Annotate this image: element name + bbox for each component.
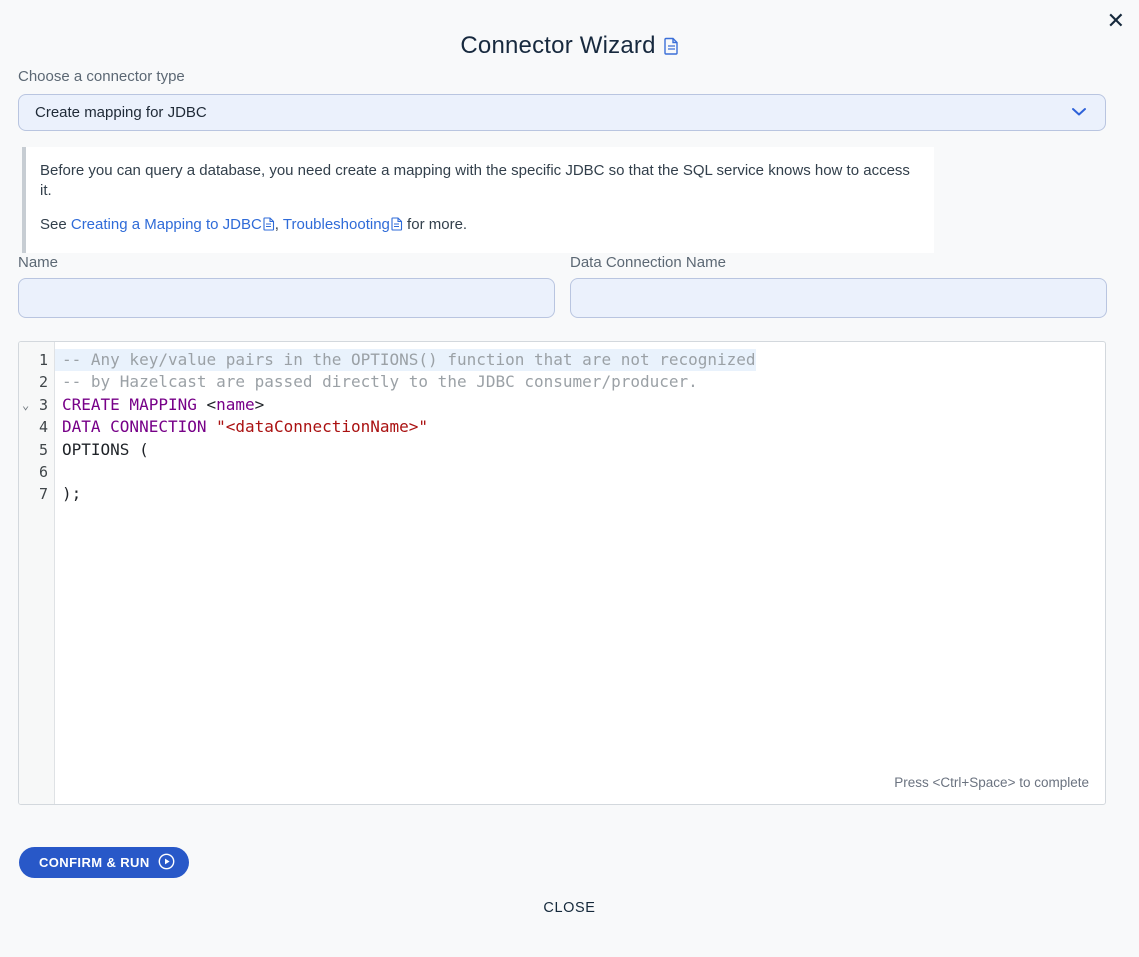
editor-autocomplete-hint: Press <Ctrl+Space> to complete (894, 775, 1089, 790)
sql-editor[interactable]: 1-- Any key/value pairs in the OPTIONS()… (18, 341, 1106, 805)
info-links-line: See Creating a Mapping to JDBC, Troubles… (40, 215, 916, 237)
code-text: OPTIONS ( (55, 439, 149, 461)
line-number: 1 (19, 349, 55, 371)
link-troubleshooting[interactable]: Troubleshooting (283, 216, 390, 233)
code-line[interactable]: 4DATA CONNECTION "<dataConnectionName>" (19, 416, 1105, 438)
line-number: 5 (19, 439, 55, 461)
code-line[interactable]: ⌄3CREATE MAPPING <name> (19, 394, 1105, 416)
code-line[interactable]: 2-- by Hazelcast are passed directly to … (19, 371, 1105, 393)
connector-wizard-dialog: ✕ Connector Wizard Choose a connector ty… (0, 0, 1139, 957)
info-callout: Before you can query a database, you nee… (22, 147, 934, 253)
name-label: Name (18, 254, 58, 271)
connector-type-label: Choose a connector type (18, 68, 185, 85)
code-line[interactable]: 1-- Any key/value pairs in the OPTIONS()… (19, 349, 1105, 371)
line-number: ⌄3 (19, 394, 55, 416)
line-number: 4 (19, 416, 55, 438)
line-number: 7 (19, 483, 55, 505)
line-number: 6 (19, 461, 55, 483)
data-connection-name-input[interactable] (570, 278, 1107, 318)
info-separator: , (275, 216, 283, 233)
name-input[interactable] (18, 278, 555, 318)
editor-code-area[interactable]: 1-- Any key/value pairs in the OPTIONS()… (19, 342, 1105, 506)
code-text: CREATE MAPPING <name> (55, 394, 264, 416)
play-circle-icon (158, 853, 175, 873)
code-line[interactable]: 6 (19, 461, 1105, 483)
code-text (55, 461, 62, 483)
close-button[interactable]: CLOSE (0, 900, 1139, 916)
code-line[interactable]: 7); (19, 483, 1105, 505)
info-text: Before you can query a database, you nee… (40, 161, 916, 201)
doc-icon (263, 218, 275, 235)
link-creating-mapping-jdbc[interactable]: Creating a Mapping to JDBC (71, 216, 262, 233)
doc-icon (391, 218, 403, 235)
connector-type-value: Create mapping for JDBC (35, 104, 207, 121)
chevron-down-icon (1071, 104, 1087, 122)
data-connection-name-label: Data Connection Name (570, 254, 726, 271)
docs-icon[interactable] (664, 37, 679, 55)
info-suffix: for more. (403, 216, 467, 233)
fold-toggle-icon[interactable]: ⌄ (22, 394, 29, 416)
code-text: ); (55, 483, 81, 505)
connector-type-select[interactable]: Create mapping for JDBC (18, 94, 1106, 131)
confirm-and-run-button[interactable]: CONFIRM & RUN (19, 847, 189, 878)
code-text: -- Any key/value pairs in the OPTIONS() … (55, 349, 756, 371)
code-text: -- by Hazelcast are passed directly to t… (55, 371, 698, 393)
info-see: See (40, 216, 71, 233)
code-text: DATA CONNECTION "<dataConnectionName>" (55, 416, 428, 438)
page-title: Connector Wizard (460, 32, 655, 60)
code-line[interactable]: 5OPTIONS ( (19, 439, 1105, 461)
confirm-and-run-label: CONFIRM & RUN (39, 855, 150, 870)
line-number: 2 (19, 371, 55, 393)
dialog-header: Connector Wizard (0, 32, 1139, 60)
